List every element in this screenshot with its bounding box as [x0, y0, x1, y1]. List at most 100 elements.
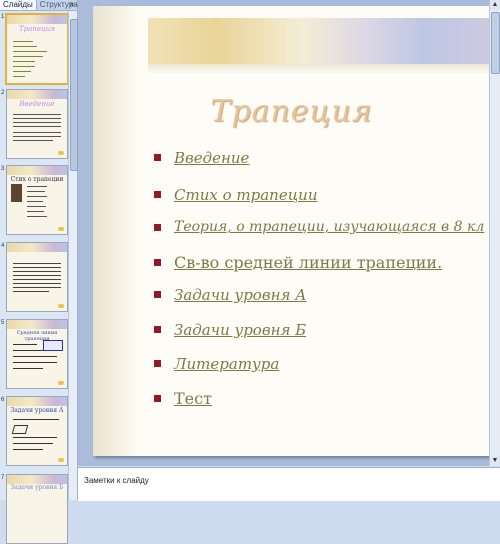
thumbnail-arrow-icon [58, 458, 64, 462]
bullet-icon [154, 224, 161, 231]
thumb-line [13, 56, 43, 57]
thumb-line [13, 344, 37, 345]
thumb-line [13, 291, 49, 292]
slide-thumbnail-4[interactable] [6, 242, 68, 312]
scroll-up-icon[interactable]: ▲ [490, 0, 500, 10]
thumb-line [13, 368, 43, 369]
thumbnail-title: Стих о трапеции [10, 176, 64, 183]
thumbnail-title: Задачи уровня А [10, 407, 64, 414]
thumb-line [13, 437, 57, 438]
thumb-line [13, 287, 61, 288]
scroll-down-icon[interactable]: ▼ [490, 456, 500, 466]
thumbnail-banner [7, 15, 67, 24]
thumbnail-banner [7, 320, 67, 329]
tab-outline[interactable]: Структура [37, 0, 81, 10]
pane-tabs: Слайды Структура [0, 0, 78, 11]
thumb-line [13, 140, 53, 141]
thumbnail-title: Задачи уровня Б [10, 484, 64, 491]
thumbnail-banner [7, 475, 67, 484]
link-tasks-b[interactable]: Задачи уровня Б [174, 321, 306, 339]
thumb-number: 7 [1, 475, 5, 481]
thumb-line [27, 201, 43, 202]
thumbnail-figure [43, 340, 63, 351]
notes-pane[interactable]: Заметки к слайду [78, 467, 500, 501]
thumb-line [13, 66, 35, 67]
thumb-line [13, 122, 61, 123]
thumb-line [13, 267, 61, 268]
bullet-icon [154, 291, 161, 298]
thumb-number: 5 [1, 320, 5, 326]
thumb-line [13, 275, 61, 276]
thumb-line [13, 41, 33, 42]
bullet-icon [154, 360, 161, 367]
link-intro[interactable]: Введение [174, 149, 249, 167]
thumb-line [13, 350, 43, 351]
thumb-line [27, 216, 47, 217]
slide-thumbnail-2[interactable]: Введение [6, 89, 68, 159]
thumb-line [13, 76, 25, 77]
thumb-line [13, 443, 53, 444]
link-poem[interactable]: Стих о трапеции [174, 186, 317, 204]
thumbnail-arrow-icon [58, 151, 64, 155]
link-test[interactable]: Тест [174, 389, 212, 408]
thumbnail-arrow-icon [58, 381, 64, 385]
slide-thumbnail-3[interactable]: Стих о трапеции [6, 165, 68, 235]
thumbnails-scrollbar-thumb[interactable] [70, 19, 78, 171]
slide-scrollbar-thumb[interactable] [491, 12, 500, 74]
thumb-number: 2 [1, 90, 5, 96]
slide-decor-left [93, 6, 138, 456]
slide-title: Трапеция [210, 94, 373, 129]
thumbnail-banner [7, 397, 67, 406]
thumb-line [13, 362, 57, 363]
notes-placeholder[interactable]: Заметки к слайду [84, 476, 149, 485]
bullet-icon [154, 326, 161, 333]
bullet-icon [154, 395, 161, 402]
bullet-icon [154, 191, 161, 198]
thumb-line [13, 51, 47, 52]
close-pane-button[interactable]: × [69, 0, 74, 10]
current-slide[interactable]: Трапеция Введение Стих о трапеции Теория… [93, 6, 490, 456]
thumb-line [13, 118, 61, 119]
thumb-line [27, 211, 44, 212]
slide-thumbnail-6[interactable]: Задачи уровня А [6, 396, 68, 466]
thumb-line [27, 191, 45, 192]
link-literature[interactable]: Литература [174, 355, 279, 373]
slide-thumbnail-7[interactable]: Задачи уровня Б [6, 474, 68, 544]
thumb-line [13, 449, 43, 450]
thumbnails-scrollbar[interactable] [68, 11, 78, 500]
link-theory[interactable]: Теория, о трапеции, изучающаяся в 8 кл [174, 219, 484, 235]
bullet-icon [154, 259, 161, 266]
bullet-icon [154, 154, 161, 161]
slide-decor-banner [148, 18, 490, 74]
thumbnail-picture [11, 184, 22, 202]
slide-editor-area: Трапеция Введение Стих о трапеции Теория… [78, 0, 500, 466]
link-midline-property[interactable]: Св-во средней линии трапеции. [174, 253, 442, 272]
thumb-line [13, 136, 61, 137]
thumb-line [13, 114, 61, 115]
slide-thumbnail-1[interactable]: Трапеция [5, 13, 69, 85]
thumbnail-banner [7, 243, 67, 252]
thumbnail-arrow-icon [58, 227, 64, 231]
thumb-number: 3 [1, 166, 5, 172]
slide-scrollbar[interactable]: ▲ ▼ [489, 0, 500, 466]
thumbnail-banner [7, 166, 67, 175]
thumb-line [13, 46, 37, 47]
thumb-line [27, 186, 47, 187]
thumb-number: 6 [1, 397, 5, 403]
thumbnail-title: Трапеция [18, 25, 55, 33]
slides-pane: Слайды Структура × 1 Трапеция 2 Введение… [0, 0, 78, 544]
thumb-line [13, 279, 61, 280]
thumb-line [13, 132, 61, 133]
thumb-number: 4 [1, 243, 5, 249]
thumb-line [27, 196, 47, 197]
slide-thumbnail-5[interactable]: Средняя линия трапеции [6, 319, 68, 389]
tab-slides[interactable]: Слайды [0, 0, 37, 10]
link-tasks-a[interactable]: Задачи уровня А [174, 286, 307, 304]
thumb-line [13, 263, 61, 264]
thumb-line [13, 71, 31, 72]
thumb-line [13, 126, 61, 127]
thumb-number: 1 [1, 14, 5, 20]
thumb-line [13, 61, 35, 62]
thumb-line [13, 283, 61, 284]
thumb-line [27, 206, 46, 207]
